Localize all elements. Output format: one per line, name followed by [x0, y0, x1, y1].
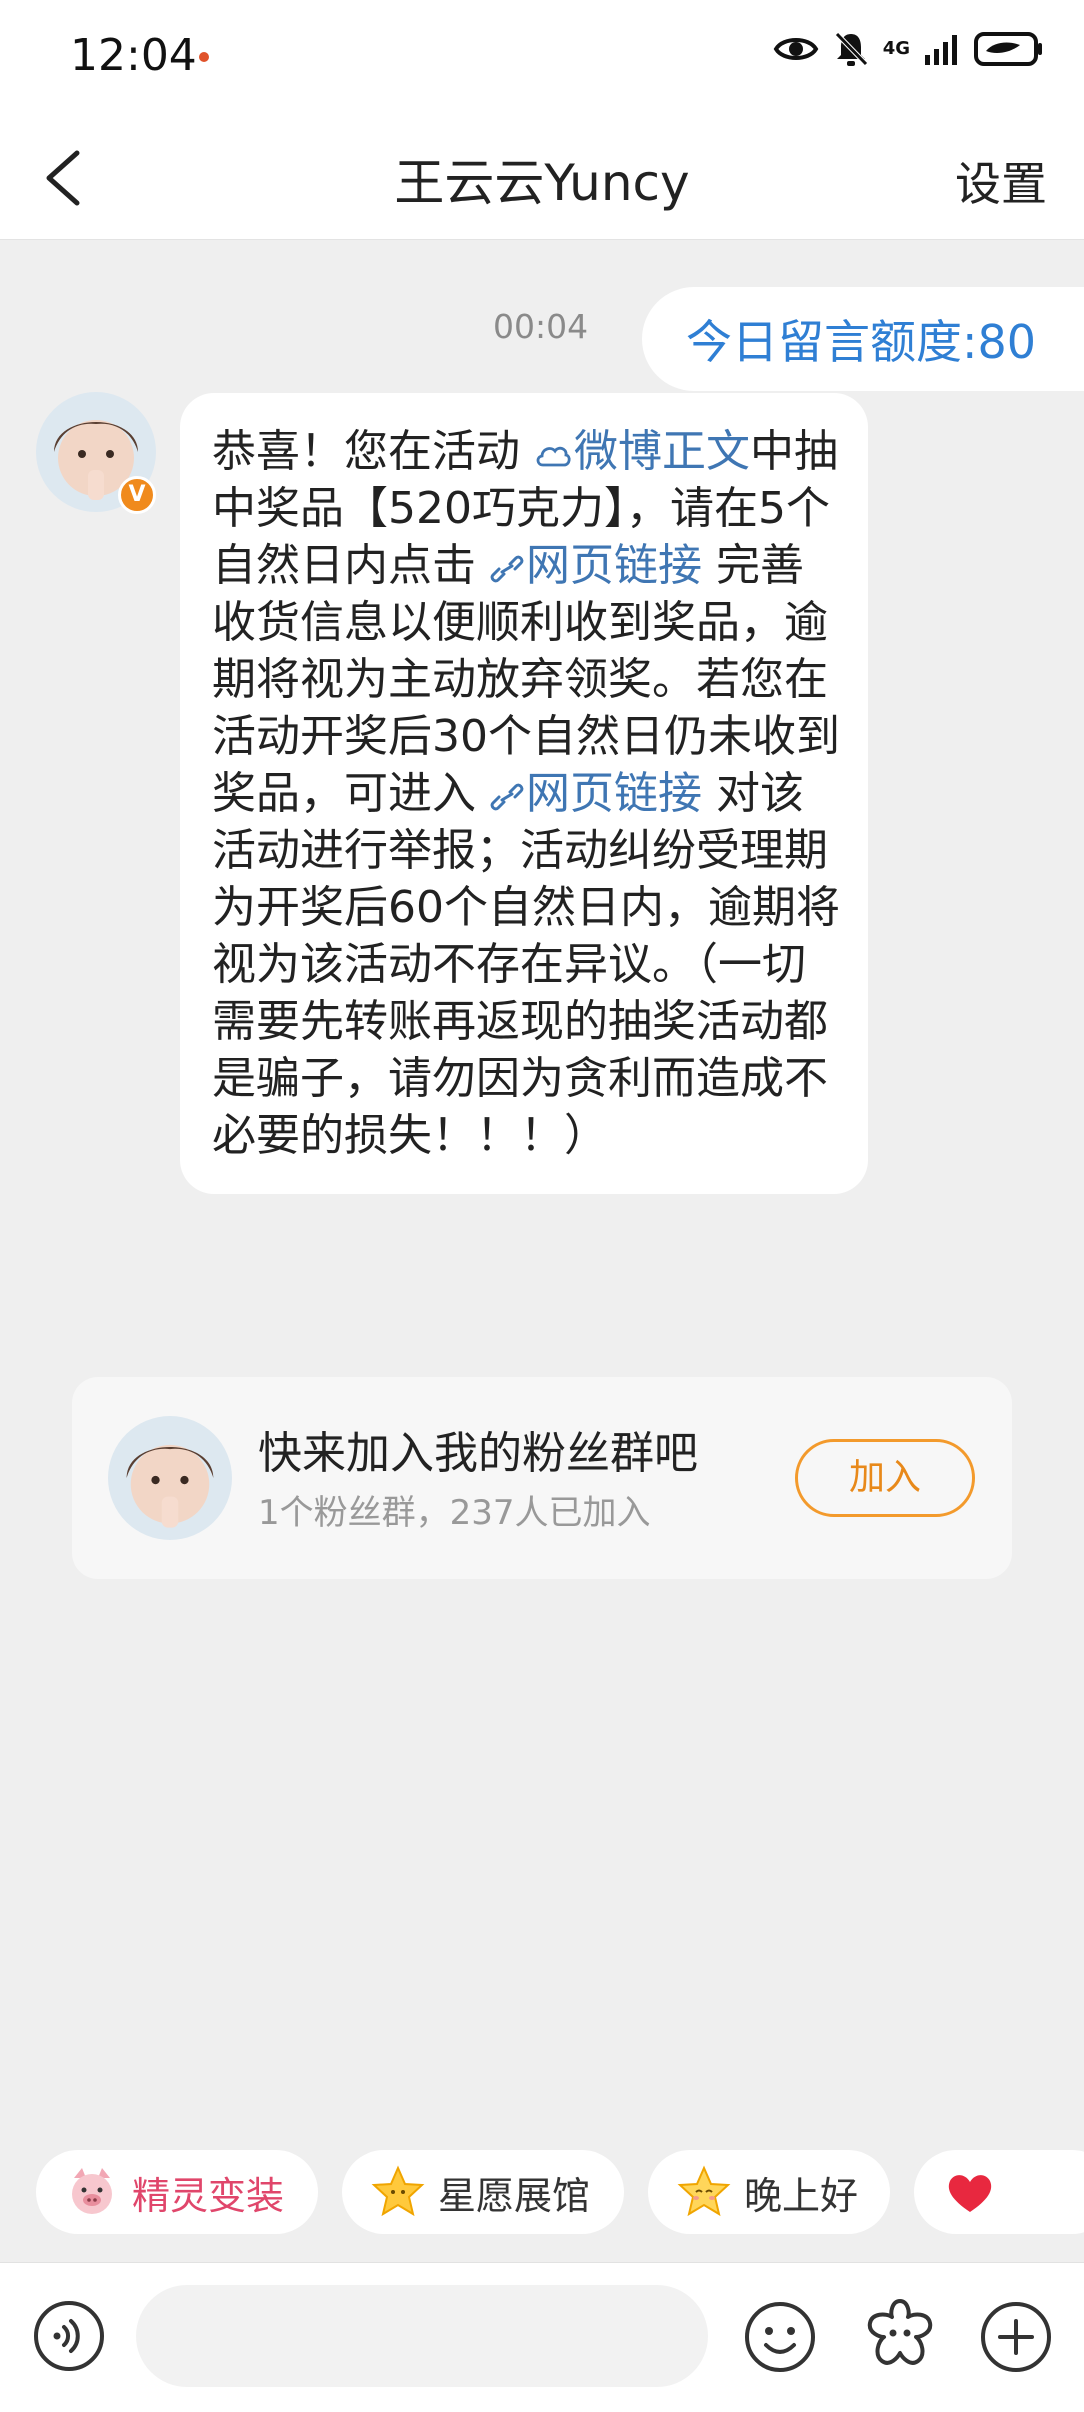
signal-icon [925, 35, 957, 65]
web-link-2[interactable]: 网页链接 [490, 768, 702, 819]
eye-icon [773, 38, 819, 60]
message-text-part1: 恭喜！您在活动 [212, 426, 534, 477]
message-timestamp: 00:04 [493, 307, 589, 346]
notification-dot-icon [199, 52, 209, 62]
web-link-1-label: 网页链接 [526, 540, 702, 591]
fan-group-avatar [108, 1416, 232, 1540]
emoji-icon[interactable] [742, 2299, 818, 2375]
status-bar: 12:04 4G [0, 0, 1084, 115]
web-link-2-label: 网页链接 [526, 768, 702, 819]
chip-label: 精灵变装 [132, 2173, 285, 2218]
pig-icon [72, 2168, 112, 2214]
fan-group-subtitle: 1个粉丝群，237人已加入 [258, 1493, 651, 1533]
fan-group-card[interactable]: 快来加入我的粉丝群吧 1个粉丝群，237人已加入 加入 [72, 1377, 1012, 1579]
fan-group-title: 快来加入我的粉丝群吧 [258, 1428, 698, 1479]
page-title: 王云云Yuncy [394, 154, 690, 212]
network-label: 4G [882, 38, 910, 59]
web-link-1[interactable]: 网页链接 [490, 540, 702, 591]
chain-link-icon [490, 783, 524, 811]
star-icon [371, 2165, 425, 2217]
received-message-bubble: 恭喜！您在活动 微博正文中抽中奖品【520巧克力】，请在5个自然日内点击 网页链… [180, 393, 868, 1194]
chain-link-icon [490, 555, 524, 583]
chip-good-evening[interactable]: 晚上好 [648, 2150, 890, 2234]
voice-input-icon[interactable] [32, 2299, 106, 2373]
bell-muted-icon [834, 32, 868, 66]
plus-icon[interactable] [978, 2299, 1054, 2375]
quota-text: 今日留言额度:80 [686, 315, 1037, 369]
verified-badge-icon: V [118, 476, 156, 514]
status-time: 12:04 [70, 30, 197, 81]
message-input[interactable] [136, 2285, 708, 2387]
quota-message-bubble: 今日留言额度:80 [642, 287, 1084, 391]
settings-button[interactable]: 设置 [955, 148, 1047, 214]
chip-heart[interactable] [914, 2150, 1084, 2234]
chip-elf-dressup[interactable]: 精灵变装 [36, 2150, 318, 2234]
status-icons: 4G [773, 30, 1044, 68]
quick-reply-chips: 精灵变装 星愿展馆 晚上好 [0, 2150, 1084, 2234]
weibo-post-link-label: 微博正文 [574, 426, 750, 477]
battery-icon [974, 32, 1042, 66]
cloud-icon [536, 446, 571, 467]
chip-wish-gallery[interactable]: 星愿展馆 [342, 2150, 624, 2234]
heart-icon [948, 2175, 992, 2212]
message-input-bar [0, 2262, 1084, 2412]
star-face-icon [677, 2165, 731, 2217]
chip-label: 晚上好 [744, 2173, 859, 2218]
chat-header: 王云云Yuncy 设置 [0, 115, 1084, 240]
message-text-part4: 对该活动进行举报；活动纠纷受理期为开奖后60个自然日内，逾期将视为该活动不存在异… [212, 768, 840, 1161]
flower-icon[interactable] [862, 2295, 938, 2375]
join-fan-group-button[interactable]: 加入 [795, 1439, 975, 1517]
avatar-photo [108, 1416, 232, 1540]
chip-label: 星愿展馆 [438, 2173, 591, 2218]
weibo-post-link[interactable]: 微博正文 [534, 426, 750, 477]
